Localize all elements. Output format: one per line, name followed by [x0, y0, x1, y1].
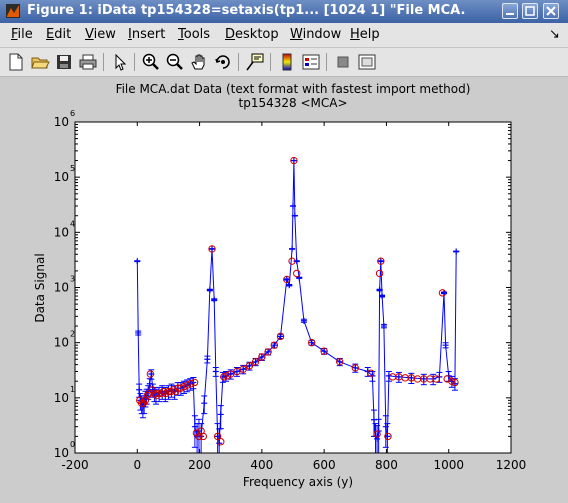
zoom-in-icon[interactable]	[141, 52, 161, 72]
figure-canvas: File MCA.dat Data (text format with fast…	[0, 77, 568, 503]
chart-subtitle: tp154328 <MCA>	[239, 96, 348, 110]
window-title: Figure 1: iData tp154328=setaxis(tp1... …	[27, 3, 466, 18]
pan-hand-icon[interactable]	[189, 52, 209, 72]
matlab-figure-icon	[6, 4, 20, 18]
menu-file-rest: ile	[17, 27, 33, 42]
window-title-bar[interactable]: Figure 1: iData tp154328=setaxis(tp1... …	[0, 0, 568, 23]
y-tick-label: 10	[54, 336, 69, 350]
menu-desktop[interactable]: Desktop	[225, 27, 279, 42]
chart-title: File MCA.dat Data (text format with fast…	[116, 82, 471, 96]
colorbar-icon[interactable]	[277, 52, 297, 72]
y-axis-label: Data Signal	[33, 253, 47, 322]
x-axis-label: Frequency axis (y)	[243, 475, 353, 489]
y-tick-label: 10	[54, 170, 69, 184]
menu-window-accel: W	[290, 27, 303, 42]
menu-window[interactable]: Window	[290, 27, 341, 42]
figure-toolbar	[0, 48, 568, 77]
x-tick-label: 400	[250, 458, 273, 472]
y-tick-exponent: 0	[70, 440, 75, 449]
menu-edit-accel: E	[46, 27, 55, 42]
y-tick-exponent: 1	[70, 385, 75, 394]
x-tick-label: 600	[313, 458, 336, 472]
y-tick-label: 10	[54, 446, 69, 460]
menu-desktop-accel: D	[225, 27, 236, 42]
x-tick-label: -200	[61, 458, 88, 472]
y-tick-label: 10	[54, 225, 69, 239]
menu-insert-rest: nsert	[131, 27, 166, 42]
y-tick-label: 10	[54, 391, 69, 405]
close-icon[interactable]	[543, 3, 559, 19]
toolbar-separator	[134, 53, 135, 71]
rotate-3d-icon[interactable]	[213, 52, 233, 72]
x-tick-label: 200	[188, 458, 211, 472]
menu-bar: File Edit View Insert Tools Desktop Wind…	[0, 23, 568, 48]
y-tick-exponent: 5	[70, 164, 75, 173]
print-icon[interactable]	[78, 52, 98, 72]
y-tick-exponent: 3	[70, 275, 75, 284]
menu-file[interactable]: File	[11, 27, 33, 42]
menu-view-accel: V	[85, 27, 94, 42]
y-tick-exponent: 2	[70, 330, 75, 339]
menu-tools[interactable]: Tools	[178, 27, 210, 42]
dock-arrow-icon[interactable]: ↘	[549, 27, 560, 42]
toolbar-separator	[326, 53, 327, 71]
maximize-icon[interactable]	[522, 3, 538, 19]
new-file-icon[interactable]	[6, 52, 26, 72]
minimize-icon[interactable]	[502, 3, 518, 19]
save-icon[interactable]	[54, 52, 74, 72]
x-tick-label: 1000	[433, 458, 464, 472]
x-tick-label: 0	[133, 458, 141, 472]
toolbar-separator	[270, 53, 271, 71]
y-tick-label: 10	[54, 281, 69, 295]
y-tick-label: 10	[54, 115, 69, 129]
menu-tools-rest: ools	[183, 27, 211, 42]
toolbar-separator	[103, 53, 104, 71]
menu-view[interactable]: View	[85, 27, 116, 42]
zoom-out-icon[interactable]	[165, 52, 185, 72]
menu-edit[interactable]: Edit	[46, 27, 71, 42]
x-tick-label: 800	[375, 458, 398, 472]
hide-plot-tools-icon[interactable]	[333, 52, 353, 72]
toolbar-separator	[238, 53, 239, 71]
data-cursor-icon[interactable]	[245, 52, 265, 72]
y-tick-exponent: 6	[70, 109, 75, 118]
menu-desktop-rest: esktop	[235, 27, 279, 42]
menu-help[interactable]: Help	[350, 27, 380, 42]
menu-help-rest: elp	[359, 27, 380, 42]
menu-help-accel: H	[350, 27, 360, 42]
show-plot-tools-icon[interactable]	[357, 52, 377, 72]
menu-view-rest: iew	[93, 27, 116, 42]
y-tick-exponent: 4	[70, 219, 75, 228]
legend-icon[interactable]	[301, 52, 321, 72]
open-file-icon[interactable]	[30, 52, 50, 72]
pointer-icon[interactable]	[110, 52, 130, 72]
menu-edit-rest: dit	[54, 27, 72, 42]
x-tick-label: 1200	[496, 458, 527, 472]
menu-window-rest: indow	[302, 27, 342, 42]
menu-insert[interactable]: Insert	[128, 27, 165, 42]
